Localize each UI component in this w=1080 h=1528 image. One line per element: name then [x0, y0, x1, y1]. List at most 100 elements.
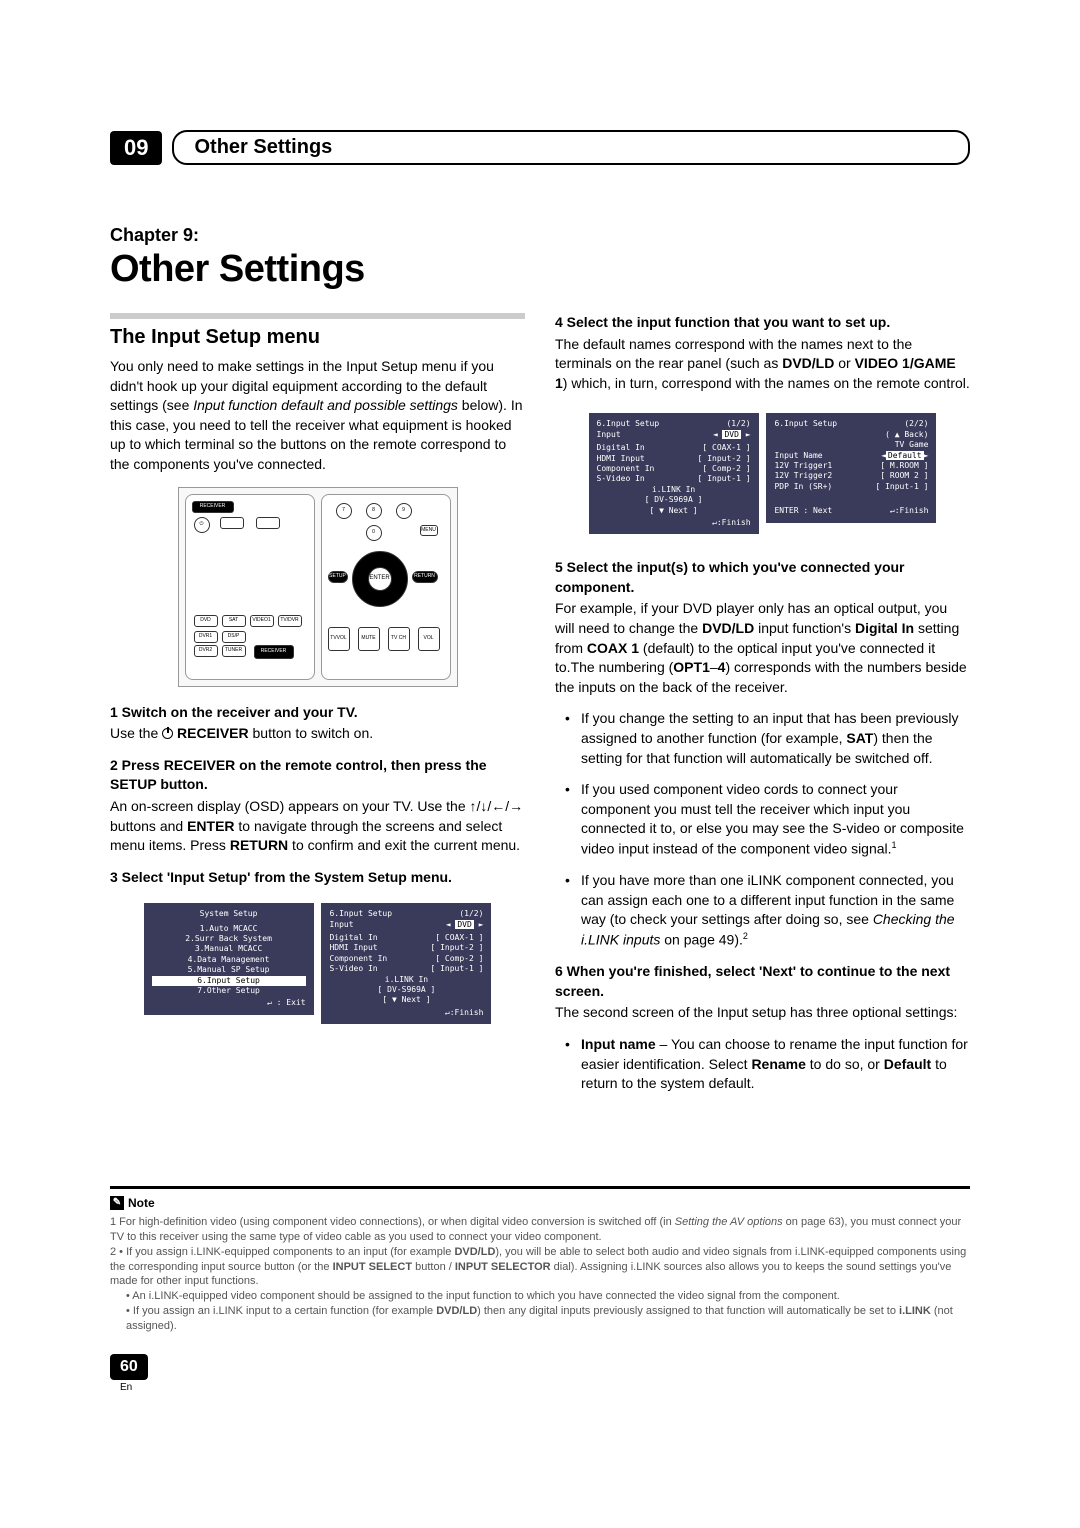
page-footer: 60 En [110, 1354, 970, 1393]
step4-title: 4 Select the input function that you wan… [555, 313, 970, 333]
step5-bullets: If you change the setting to an input th… [555, 709, 970, 950]
step1-a: Use the [110, 725, 162, 741]
receiver-button: RECEIVER [254, 645, 294, 659]
header-title: Other Settings [194, 136, 332, 158]
remote-right-panel: 7 8 9 0 MENU ENTER SETUP RETURN TVVOL MU… [321, 494, 451, 680]
osd-row-2: 6.Input Setup(1/2) Input◄ DVD ► Digital … [555, 405, 970, 542]
key-0: 0 [366, 525, 382, 541]
bullet-input-name: Input name – You can choose to rename th… [569, 1035, 970, 1094]
source-button [256, 517, 280, 529]
osd-input-setup-2: 6.Input Setup(2/2) ( ▲ Back) TV Game Inp… [766, 413, 936, 522]
note-icon: ✎ [110, 1196, 124, 1210]
footnotes: ✎ Note 1 For high-definition video (usin… [110, 1186, 970, 1334]
key-7: 7 [336, 503, 352, 519]
step6-title: 6 When you're finished, select 'Next' to… [555, 962, 970, 1001]
step2-d: to confirm and exit the current menu. [288, 837, 520, 853]
chapter-number-badge: 09 [110, 131, 162, 165]
section-divider [110, 313, 525, 319]
tvch-button: TV CH [388, 627, 410, 651]
dvr1-button: DVR1 [194, 631, 218, 643]
two-column-layout: The Input Setup menu You only need to ma… [110, 313, 970, 1106]
menu-button: MENU [420, 525, 438, 536]
step2-enter: ENTER [187, 818, 234, 834]
osd-in1-label: Input [329, 920, 353, 930]
setup-button: SETUP [328, 571, 348, 583]
osd-sys-i2: 3.Manual MCACC [152, 944, 306, 954]
osd-sys-i3: 4.Data Management [152, 955, 306, 965]
left-column: The Input Setup menu You only need to ma… [110, 313, 525, 1106]
vol-button: VOL [418, 627, 440, 651]
bullet-1: If you change the setting to an input th… [569, 709, 970, 768]
footnote-2: 2 • If you assign i.LINK-equipped compon… [110, 1245, 970, 1290]
header-title-pill: Other Settings [172, 130, 970, 165]
receiver-label: RECEIVER [192, 501, 234, 513]
tvdvr-button: TV/DVR [278, 615, 302, 627]
osd-in1-val: DVD [455, 920, 473, 929]
enter-button: ENTER [368, 567, 392, 591]
note-label-text: Note [128, 1195, 155, 1211]
power-icon [162, 728, 173, 739]
key-9: 9 [396, 503, 412, 519]
bullet-2: If you used component video cords to con… [569, 780, 970, 859]
osd-in1-title: 6.Input Setup [329, 909, 392, 919]
intro-italic: Input function default and possible sett… [193, 397, 458, 413]
page-lang: En [120, 1382, 132, 1393]
osd-sys-i6: 7.Other Setup [152, 986, 306, 996]
step2-a: An on-screen display (OSD) appears on yo… [110, 798, 470, 814]
step1-bold: RECEIVER [173, 725, 248, 741]
osd-in1-ilink: i.LINK In [329, 975, 483, 985]
step1-body: Use the RECEIVER button to switch on. [110, 724, 525, 744]
bullet-3: If you have more than one iLINK componen… [569, 871, 970, 950]
footnote-2-sub2: • If you assign an i.LINK input to a cer… [110, 1304, 970, 1334]
step2-b: buttons and [110, 818, 187, 834]
manual-page: 09 Other Settings Chapter 9: Other Setti… [0, 0, 1080, 1433]
osd-row-1: System Setup 1.Auto MCACC 2.Surr Back Sy… [110, 895, 525, 1032]
tvvol-button: TVVOL [328, 627, 350, 651]
page-header: 09 Other Settings [110, 130, 970, 165]
step6-bullets: Input name – You can choose to rename th… [555, 1035, 970, 1094]
dvd-button: DVD [194, 615, 218, 627]
step4-body: The default names correspond with the na… [555, 335, 970, 394]
step2-return: RETURN [230, 837, 288, 853]
power-button: ⏻ [194, 517, 210, 533]
right-column: 4 Select the input function that you wan… [555, 313, 970, 1106]
return-button: RETURN [412, 571, 438, 583]
osd-sys-i1: 2.Surr Back System [152, 934, 306, 944]
osd-input-setup-1a: 6.Input Setup(1/2) Input◄ DVD ► Digital … [321, 903, 491, 1024]
osd-sys-i0: 1.Auto MCACC [152, 924, 306, 934]
step3-title: 3 Select 'Input Setup' from the System S… [110, 868, 525, 888]
remote-left-panel: RECEIVER ⏻ DVD SAT VIDEO1 TV/DVR DVR1 DS… [185, 494, 315, 680]
footnote-2-sub1: • An i.LINK-equipped video component sho… [110, 1289, 970, 1304]
tuner-button: TUNER [222, 645, 246, 657]
footnote-ref-2: 2 [743, 931, 748, 941]
dvr2-button: DVR2 [194, 645, 218, 657]
step2-title: 2 Press RECEIVER on the remote control, … [110, 756, 525, 795]
input-select-button [220, 517, 244, 529]
osd-in1-page: (1/2) [459, 909, 483, 919]
vcr-button: VIDEO1 [250, 615, 274, 627]
osd-sys-title: System Setup [152, 909, 306, 919]
sat-button: SAT [222, 615, 246, 627]
intro-paragraph: You only need to make settings in the In… [110, 357, 525, 475]
step2-body: An on-screen display (OSD) appears on yo… [110, 797, 525, 856]
key-8: 8 [366, 503, 382, 519]
section-title: The Input Setup menu [110, 323, 525, 351]
osd-sys-i5: 6.Input Setup [152, 976, 306, 986]
osd-input-setup-1b: 6.Input Setup(1/2) Input◄ DVD ► Digital … [589, 413, 759, 534]
osd-sys-exit: ↵ : Exit [152, 998, 306, 1008]
page-number: 60 [110, 1354, 148, 1380]
osd-system-setup: System Setup 1.Auto MCACC 2.Surr Back Sy… [144, 903, 314, 1015]
arrow-icons: ↑/↓/←/→ [470, 798, 524, 814]
step6-body: The second screen of the Input setup has… [555, 1003, 970, 1023]
note-label: ✎ Note [110, 1195, 155, 1211]
fm-button: DS/P [222, 631, 246, 643]
remote-control-diagram: RECEIVER ⏻ DVD SAT VIDEO1 TV/DVR DVR1 DS… [178, 487, 458, 687]
osd-in1-finish: ↵:Finish [329, 1008, 483, 1018]
step1-title: 1 Switch on the receiver and your TV. [110, 703, 525, 723]
step5-title: 5 Select the input(s) to which you've co… [555, 558, 970, 597]
mute-button: MUTE [358, 627, 380, 651]
footnote-ref-1: 1 [892, 840, 897, 850]
chapter-label: Chapter 9: [110, 225, 970, 246]
osd-sys-i4: 5.Manual SP Setup [152, 965, 306, 975]
step1-c: button to switch on. [249, 725, 374, 741]
